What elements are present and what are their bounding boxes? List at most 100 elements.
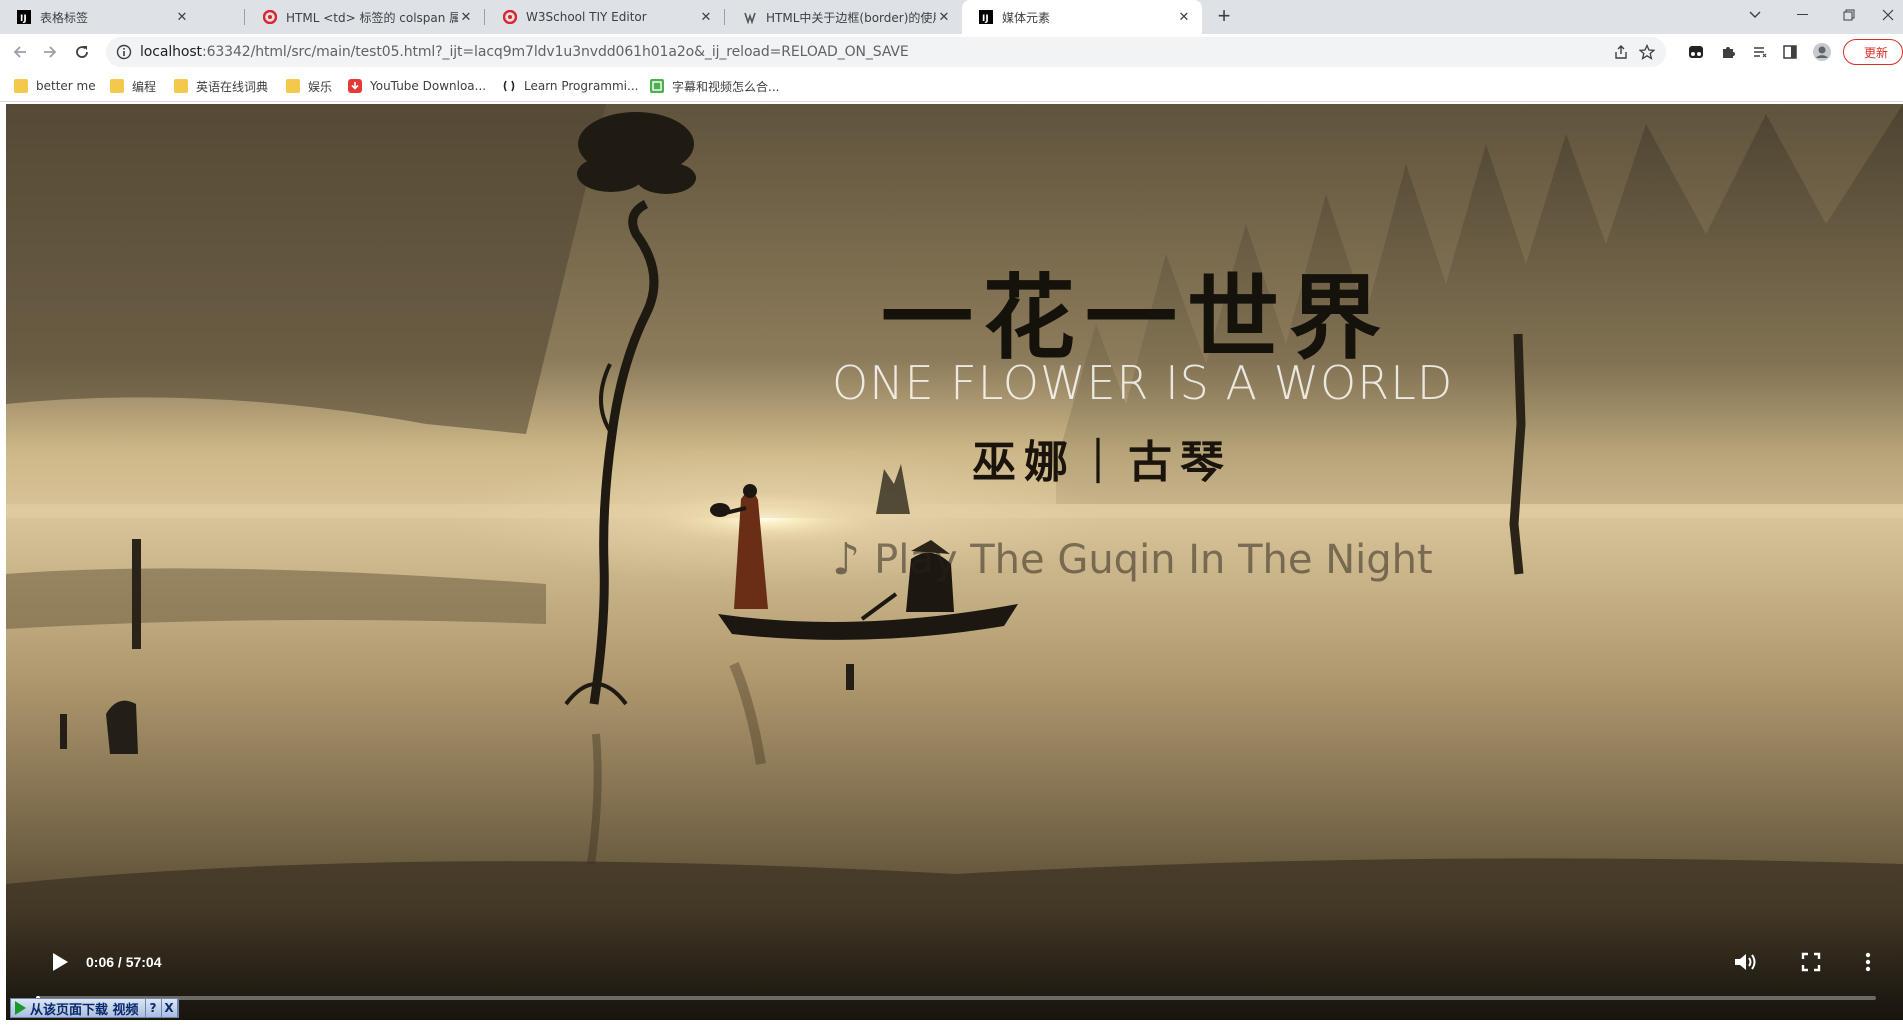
green-app-icon bbox=[650, 79, 664, 93]
w3school-icon bbox=[502, 9, 518, 25]
freecodecamp-icon bbox=[502, 79, 516, 93]
tab-title: 表格标签 bbox=[40, 10, 89, 25]
update-button[interactable]: 更新 bbox=[1843, 39, 1903, 65]
bookmark-label: 娱乐 bbox=[308, 79, 333, 94]
bookmark-label: 字幕和视频怎么合... bbox=[672, 79, 780, 94]
tab-search-button[interactable] bbox=[1732, 0, 1778, 30]
bookmark-label: 英语在线词典 bbox=[196, 79, 269, 94]
music-note-icon: ♪ bbox=[832, 534, 861, 585]
close-label: X bbox=[164, 1001, 174, 1015]
download-video-button[interactable]: 从该页面下载 视频 bbox=[11, 999, 146, 1018]
bookmark-biancheng[interactable]: 编程 bbox=[110, 78, 156, 94]
star-icon[interactable] bbox=[1638, 43, 1656, 61]
tab-divider bbox=[484, 9, 485, 25]
track-name: Play The Guqin In The Night bbox=[874, 536, 1433, 583]
extensions-icon[interactable] bbox=[1718, 42, 1738, 62]
url-text[interactable]: localhost:63342/html/src/main/test05.htm… bbox=[140, 44, 909, 60]
close-icon[interactable]: ✕ bbox=[458, 9, 474, 25]
tab-divider bbox=[724, 9, 725, 25]
video-title-english: ONE FLOWER IS A WORLD bbox=[832, 356, 1454, 410]
bookmark-subtitle-video[interactable]: 字幕和视频怎么合... bbox=[650, 78, 779, 94]
folder-icon bbox=[174, 79, 188, 93]
volume-button[interactable] bbox=[1731, 947, 1761, 977]
tab-biaoge[interactable]: IJ 表格标签 ✕ bbox=[0, 0, 200, 34]
share-icon[interactable] bbox=[1612, 43, 1630, 61]
jetbrains-icon: IJ bbox=[16, 9, 32, 25]
arrow-left-icon bbox=[13, 46, 26, 58]
bookmark-better-me[interactable]: better me bbox=[14, 78, 96, 94]
update-label: 更新 bbox=[1864, 45, 1889, 60]
minimize-button[interactable] bbox=[1780, 0, 1826, 30]
chevron-down-icon bbox=[1749, 11, 1761, 18]
video-subtitle-artist: 巫娜｜古琴 bbox=[972, 437, 1232, 488]
tab-meiti-yuansu[interactable]: IJ 媒体元素 ✕ bbox=[962, 0, 1202, 34]
jetbrains-icon: IJ bbox=[978, 9, 994, 25]
page-bottom bbox=[0, 1020, 1903, 1028]
tab-td-colspan[interactable]: HTML <td> 标签的 colspan 属性 ✕ bbox=[246, 0, 484, 34]
restore-button[interactable] bbox=[1826, 0, 1872, 30]
download-video-label: 从该页面下载 视频 bbox=[30, 1002, 139, 1018]
video-player[interactable]: 一花一世界 ONE FLOWER IS A WORLD 巫娜｜古琴 ♪ Play… bbox=[6, 104, 1903, 1020]
tampermonkey-icon[interactable] bbox=[1686, 42, 1706, 62]
tab-html-border[interactable]: HTML中关于边框(border)的使用 ✕ bbox=[726, 0, 962, 34]
bookmark-english-dictionary[interactable]: 英语在线词典 bbox=[174, 78, 268, 94]
progress-bar[interactable] bbox=[36, 996, 1876, 1000]
reload-button[interactable] bbox=[70, 40, 94, 64]
folder-icon bbox=[110, 79, 124, 93]
url-path: :63342/html/src/main/test05.html?_ijt=la… bbox=[201, 44, 909, 60]
bookmark-learn-programming[interactable]: Learn Programmi... bbox=[502, 78, 638, 94]
close-icon[interactable]: ✕ bbox=[936, 9, 952, 25]
close-icon[interactable]: ✕ bbox=[1176, 9, 1192, 25]
fullscreen-button[interactable] bbox=[1796, 947, 1826, 977]
folder-icon bbox=[14, 79, 28, 93]
volume-icon bbox=[1735, 954, 1756, 970]
url-host: localhost bbox=[140, 44, 202, 60]
reading-list-icon[interactable] bbox=[1750, 42, 1770, 62]
tab-w3school-tiy[interactable]: W3School TIY Editor ✕ bbox=[486, 0, 724, 34]
tab-divider bbox=[244, 9, 245, 25]
download-video-toolbar: 从该页面下载 视频 ? X bbox=[10, 998, 179, 1018]
svg-text:IJ: IJ bbox=[20, 14, 27, 24]
minimize-icon bbox=[1797, 14, 1808, 15]
browser-toolbar: localhost:63342/html/src/main/test05.htm… bbox=[0, 34, 1903, 70]
arrow-right-icon bbox=[44, 46, 57, 58]
restore-icon bbox=[1843, 9, 1855, 21]
close-icon bbox=[1882, 9, 1893, 21]
close-icon[interactable]: ✕ bbox=[698, 9, 714, 25]
folder-icon bbox=[286, 79, 300, 93]
reload-icon bbox=[76, 46, 88, 58]
address-bar[interactable]: localhost:63342/html/src/main/test05.htm… bbox=[106, 37, 1666, 67]
bookmark-youtube-downloader[interactable]: YouTube Downloa... bbox=[348, 78, 486, 94]
bookmark-label: 编程 bbox=[132, 79, 157, 94]
tab-title: W3School TIY Editor bbox=[526, 10, 647, 24]
bookmark-yule[interactable]: 娱乐 bbox=[286, 78, 332, 94]
bookmark-label: better me bbox=[36, 79, 96, 93]
new-tab-button[interactable]: + bbox=[1212, 5, 1236, 29]
close-window-button[interactable] bbox=[1872, 0, 1903, 30]
fullscreen-icon bbox=[1801, 952, 1821, 972]
help-button[interactable]: ? bbox=[145, 999, 162, 1017]
more-options-button[interactable] bbox=[1856, 947, 1880, 977]
side-panel-icon[interactable] bbox=[1780, 42, 1800, 62]
info-icon[interactable] bbox=[116, 44, 132, 60]
tab-strip: IJ 表格标签 ✕ HTML <td> 标签的 colspan 属性 ✕ W3S… bbox=[0, 0, 1903, 34]
bookmarks-bar: better me 编程 英语在线词典 娱乐 YouTube Downloa..… bbox=[0, 70, 1903, 102]
help-label: ? bbox=[149, 1001, 157, 1015]
w3c-icon bbox=[742, 9, 758, 25]
forward-button[interactable] bbox=[38, 40, 62, 64]
close-toolbar-button[interactable]: X bbox=[161, 999, 178, 1017]
play-icon bbox=[15, 1001, 26, 1015]
profile-avatar[interactable] bbox=[1812, 42, 1832, 62]
track-caption: ♪ Play The Guqin In The Night bbox=[832, 534, 1433, 585]
time-display: 0:06 / 57:04 bbox=[86, 954, 162, 970]
play-button[interactable] bbox=[46, 948, 74, 976]
play-icon bbox=[53, 953, 68, 971]
tab-title: HTML <td> 标签的 colspan 属性 bbox=[286, 10, 458, 25]
tab-title: 媒体元素 bbox=[1002, 10, 1051, 25]
bookmark-label: YouTube Downloa... bbox=[370, 79, 487, 93]
back-button[interactable] bbox=[8, 40, 32, 64]
controls-overlay bbox=[6, 910, 1903, 1020]
tab-title: HTML中关于边框(border)的使用 bbox=[766, 10, 936, 25]
close-icon[interactable]: ✕ bbox=[174, 9, 190, 25]
w3school-icon bbox=[262, 9, 278, 25]
